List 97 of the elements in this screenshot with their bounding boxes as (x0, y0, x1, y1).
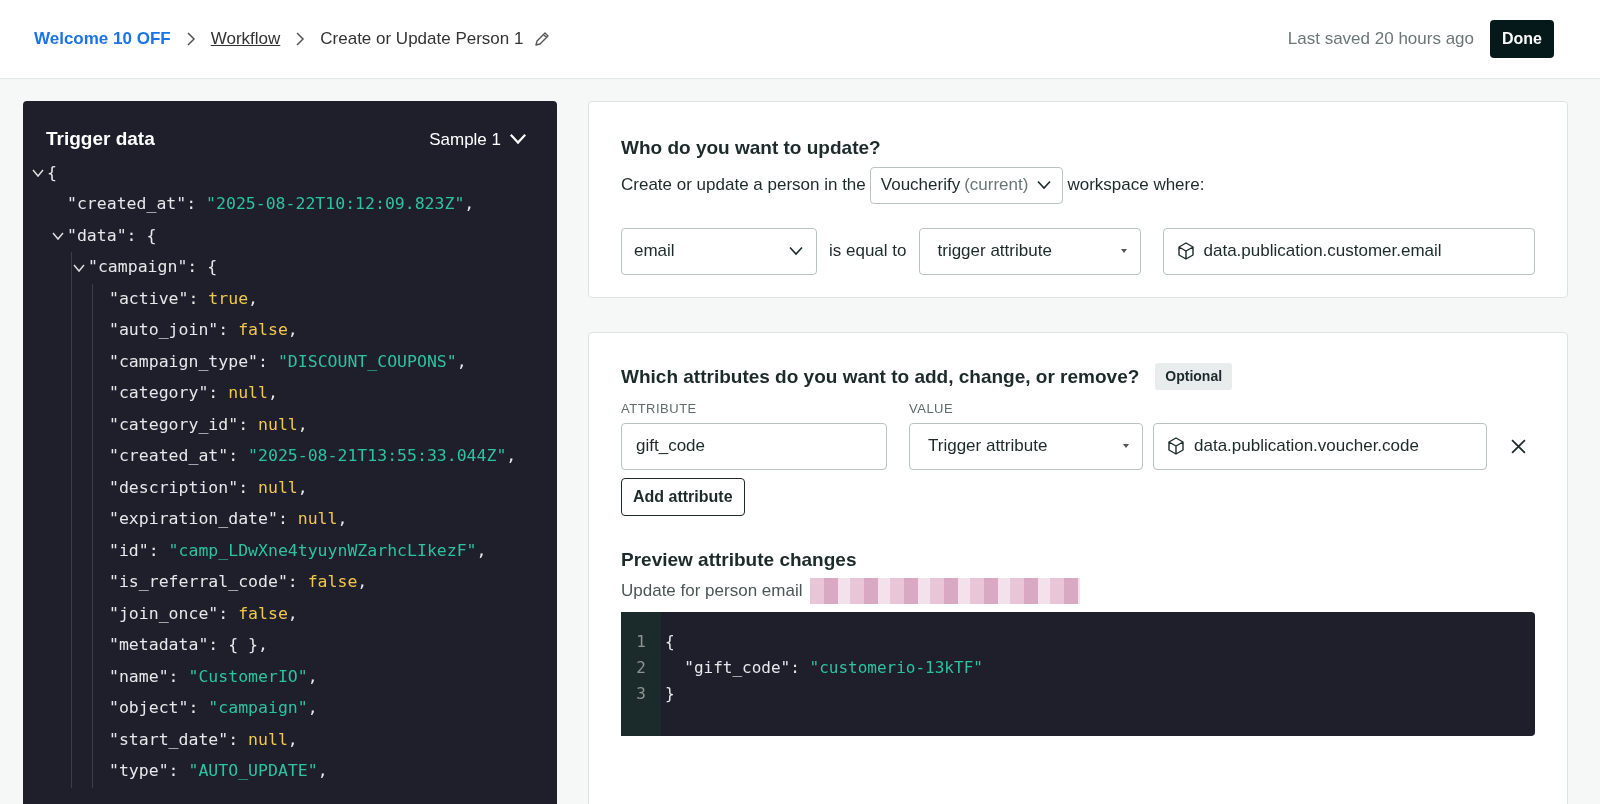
workspace-dropdown[interactable]: Voucherify (current) (869, 166, 1064, 204)
json-value: "DISCOUNT_COUPONS" (277, 350, 457, 373)
last-saved-text: Last saved 20 hours ago (1287, 28, 1474, 51)
card-title: Who do you want to update? (621, 136, 882, 160)
json-punctuation: , (357, 571, 368, 594)
json-punctuation: , (267, 382, 278, 405)
sample-selector[interactable]: Sample 1 (429, 126, 501, 152)
column-header: VALUE (909, 400, 954, 418)
attribute-path-field[interactable]: data.publication.voucher.code (1153, 422, 1487, 470)
json-punctuation: , (248, 287, 259, 310)
json-key: "id": (109, 538, 169, 564)
chevron-down-icon (1036, 180, 1053, 190)
add-attribute-button[interactable]: Add attribute (621, 477, 745, 516)
json-text: "data": { (67, 224, 157, 247)
json-value: null (258, 476, 298, 499)
json-key: "description": (109, 475, 258, 501)
json-value: null (228, 382, 268, 405)
json-punctuation: , (307, 665, 318, 688)
chevron-right-icon (184, 31, 197, 47)
json-punctuation: , (317, 760, 328, 783)
json-value: "CustomerIO" (188, 665, 308, 688)
chevron-right-icon (294, 31, 307, 47)
done-button[interactable]: Done (1490, 20, 1554, 58)
json-key: "category_id": (109, 412, 258, 438)
json-key: "created_at": (67, 192, 207, 218)
caption-text: Update for person email (621, 580, 803, 603)
card-title: Which attributes do you want to add, change, or remove? (621, 364, 1140, 389)
json-key: "active": (109, 286, 209, 312)
json-key: "created_at": (109, 444, 249, 470)
json-punctuation: , (258, 634, 268, 657)
code-line: } (665, 683, 676, 705)
json-value: "2025-08-21T13:55:33.044Z" (248, 445, 507, 468)
json-value: "camp_LDwXne4tyuynWZarhcLIkezF" (168, 539, 477, 562)
sentence-text: Create or update a person in the (621, 174, 866, 197)
json-text: { (47, 161, 57, 184)
json-text: "campaign": { (88, 256, 218, 279)
json-punctuation: , (297, 476, 308, 499)
json-punctuation: , (307, 697, 318, 720)
json-value: false (238, 602, 288, 625)
attribute-path-field[interactable]: data.publication.customer.email (1162, 227, 1535, 275)
json-key: "type": (109, 759, 189, 785)
code-line: { (665, 631, 676, 653)
chevron-down-icon[interactable] (72, 262, 86, 273)
json-value: "campaign" (208, 697, 308, 720)
json-value: false (238, 319, 288, 342)
caret-down-icon (1119, 248, 1128, 254)
json-key: "category": (109, 381, 229, 407)
section-title: Preview attribute changes (621, 547, 858, 572)
chevron-down-icon[interactable] (51, 231, 65, 242)
line-number: 1 (635, 631, 647, 653)
json-key: "join_once": (109, 601, 239, 627)
json-key: "name": (109, 664, 189, 690)
json-value: { } (228, 634, 259, 657)
json-value: true (208, 287, 249, 310)
json-punctuation: , (287, 602, 298, 625)
caret-down-icon (1122, 443, 1130, 449)
json-key: "start_date": (109, 727, 249, 753)
json-key: "metadata": (109, 633, 229, 659)
json-punctuation: , (506, 445, 517, 468)
json-value: "AUTO_UPDATE" (188, 760, 318, 783)
column-header: ATTRIBUTE (621, 400, 698, 418)
json-value: null (297, 508, 338, 531)
json-value: null (248, 728, 288, 751)
panel-title: Trigger data (45, 127, 155, 151)
json-key: "campaign_type": (109, 349, 278, 375)
sentence-text: workspace where: (1067, 174, 1205, 197)
line-number: 2 (635, 657, 647, 679)
breadcrumb-current: Create or Update Person 1 (320, 28, 524, 51)
line-number: 3 (635, 683, 647, 705)
json-key: "auto_join": (109, 318, 239, 344)
source-dropdown[interactable]: trigger attribute (918, 227, 1141, 275)
json-punctuation: , (464, 193, 475, 216)
operator-text: is equal to (829, 240, 907, 263)
cube-icon (1175, 241, 1196, 261)
json-value: "2025-08-22T10:12:09.823Z" (206, 193, 465, 216)
json-value: false (307, 571, 358, 594)
breadcrumb-link[interactable]: Workflow (210, 26, 281, 52)
close-icon[interactable] (1511, 438, 1526, 454)
json-punctuation: , (297, 413, 308, 436)
json-punctuation: , (287, 319, 298, 342)
json-punctuation: , (476, 539, 487, 562)
json-key: "expiration_date": (109, 507, 298, 533)
json-punctuation: , (337, 508, 348, 531)
identifier-dropdown[interactable]: email (621, 227, 817, 275)
json-key: "is_referral_code": (109, 570, 308, 596)
json-punctuation: , (287, 728, 298, 751)
value-source-dropdown[interactable]: Trigger attribute (909, 422, 1143, 470)
json-value: null (258, 413, 298, 436)
code-line: "gift_code": "customerio-13kTF" (683, 657, 983, 679)
breadcrumb-link[interactable]: Welcome 10 OFF (34, 26, 171, 52)
json-key: "object": (109, 696, 209, 722)
chevron-down-icon[interactable] (31, 168, 45, 179)
json-punctuation: , (456, 350, 467, 373)
optional-tag: Optional (1155, 363, 1233, 391)
chevron-down-icon (788, 246, 804, 256)
cube-icon (1166, 436, 1186, 456)
attribute-name-field[interactable]: gift_code (621, 422, 887, 470)
